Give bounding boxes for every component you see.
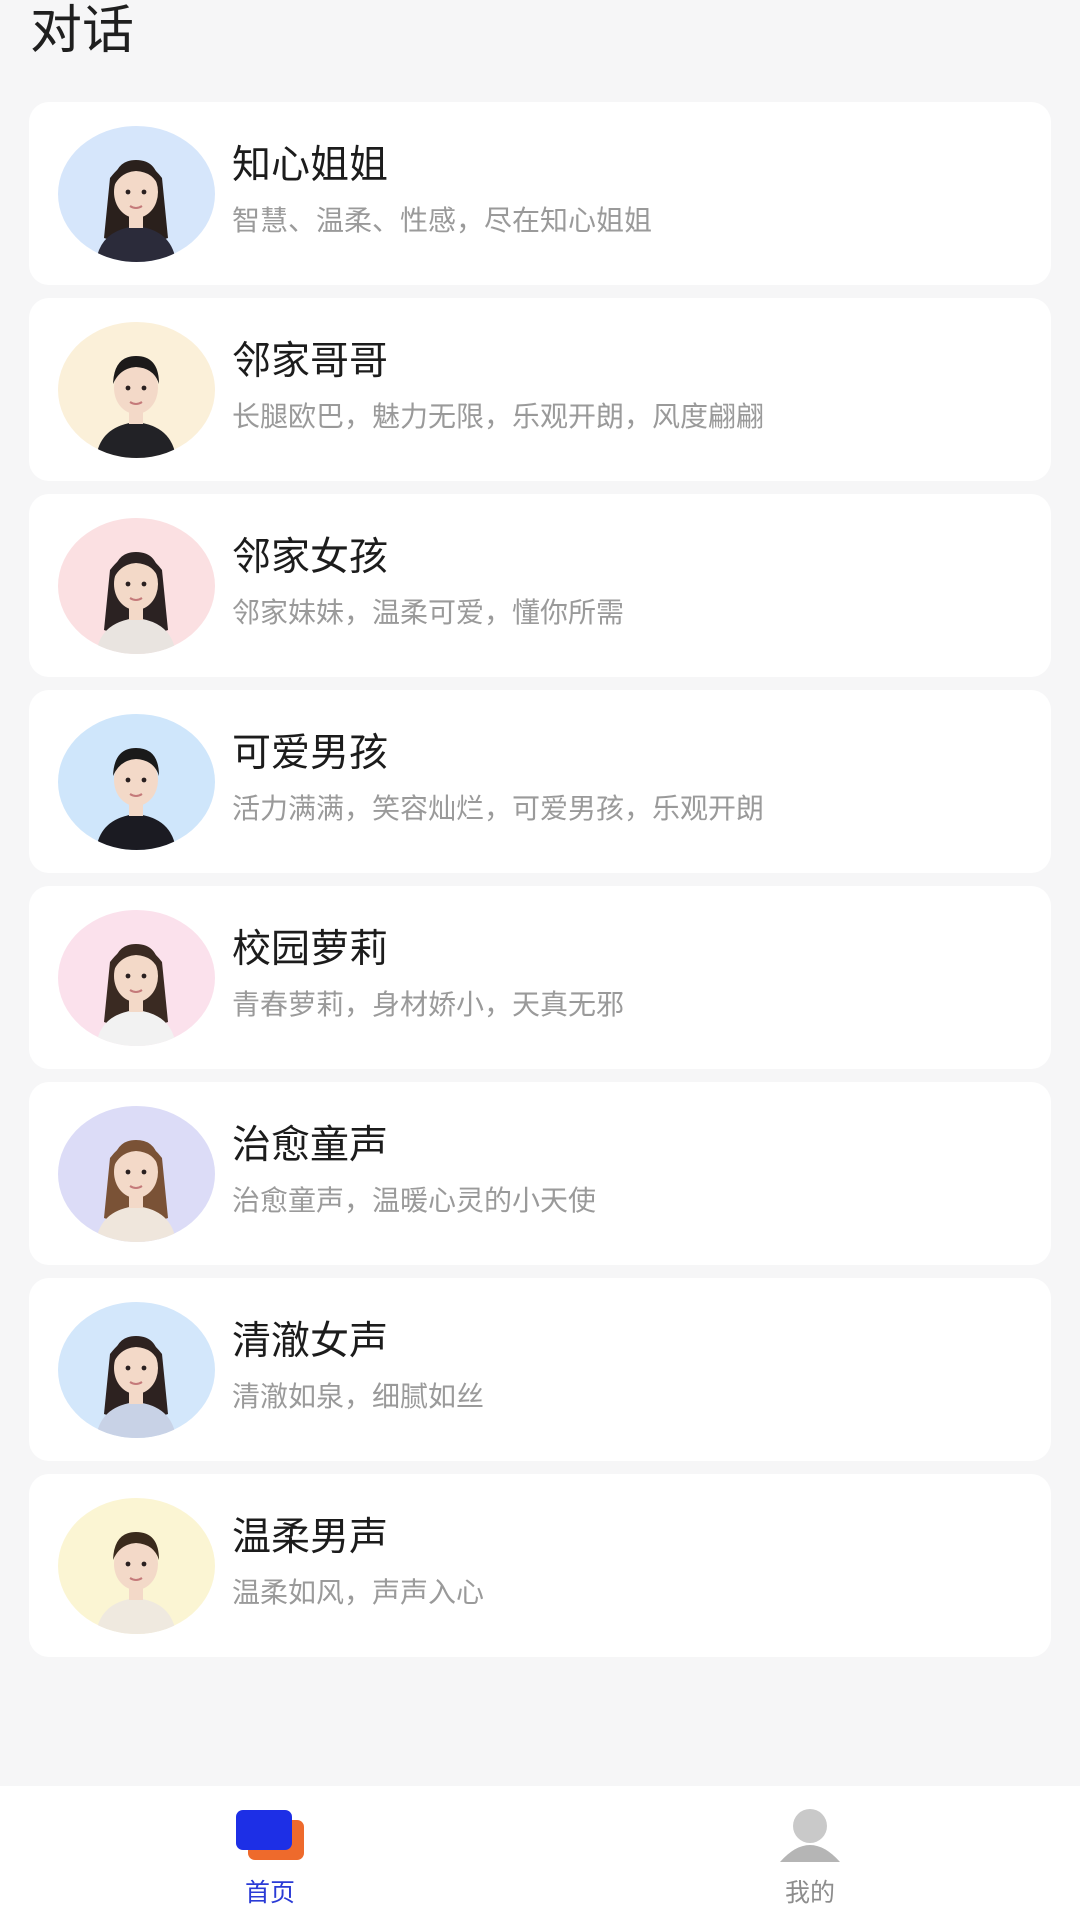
chat-home-page: 对话 知心姐姐 智慧、温柔、性感，尽在知心姐姐 邻家哥哥 长腿欧巴，魅力无限，乐…	[0, 0, 1080, 1920]
bottom-tab-bar: 首页 我的	[0, 1786, 1080, 1920]
character-description: 长腿欧巴，魅力无限，乐观开朗，风度翩翩	[232, 400, 765, 433]
young-woman-avatar	[58, 1302, 215, 1438]
character-name: 治愈童声	[232, 1123, 389, 1168]
character-name: 温柔男声	[232, 1515, 389, 1560]
character-description: 活力满满，笑容灿烂，可爱男孩，乐观开朗	[232, 792, 765, 825]
character-name: 校园萝莉	[232, 927, 389, 972]
character-description: 清澈如泉，细腻如丝	[232, 1380, 485, 1413]
character-description: 智慧、温柔、性感，尽在知心姐姐	[232, 204, 653, 237]
girl-long-hair-avatar	[58, 518, 215, 654]
character-card-zhiyu-tongsheng[interactable]: 治愈童声 治愈童声，温暖心灵的小天使	[29, 1082, 1051, 1265]
character-card-qingche-nusheng[interactable]: 清澈女声 清澈如泉，细腻如丝	[29, 1278, 1051, 1461]
character-name: 邻家女孩	[232, 535, 389, 580]
character-description: 治愈童声，温暖心灵的小天使	[232, 1184, 597, 1217]
page-title: 对话	[30, 1, 135, 61]
character-card-xiaoyuan-luoli[interactable]: 校园萝莉 青春萝莉，身材娇小，天真无邪	[29, 886, 1051, 1069]
avatar	[58, 1302, 215, 1438]
gentle-man-avatar	[58, 1498, 215, 1634]
character-card-linjia-gege[interactable]: 邻家哥哥 长腿欧巴，魅力无限，乐观开朗，风度翩翩	[29, 298, 1051, 481]
tab-home[interactable]: 首页	[0, 1786, 540, 1920]
tab-mine-label: 我的	[784, 1878, 835, 1907]
character-description: 邻家妹妹，温柔可爱，懂你所需	[232, 596, 625, 629]
school-girl-avatar	[58, 910, 215, 1046]
character-name: 邻家哥哥	[232, 339, 389, 384]
little-girl-avatar	[58, 1106, 215, 1242]
tab-home-label: 首页	[244, 1878, 295, 1907]
character-card-keai-nanhai[interactable]: 可爱男孩 活力满满，笑容灿烂，可爱男孩，乐观开朗	[29, 690, 1051, 873]
avatar	[58, 518, 215, 654]
avatar	[58, 322, 215, 458]
character-name: 清澈女声	[232, 1319, 389, 1364]
avatar	[58, 126, 215, 262]
character-card-zhixin-jiejie[interactable]: 知心姐姐 智慧、温柔、性感，尽在知心姐姐	[29, 102, 1051, 285]
avatar	[58, 714, 215, 850]
character-name: 可爱男孩	[232, 731, 389, 776]
tab-mine[interactable]: 我的	[540, 1786, 1080, 1920]
user-profile-icon	[772, 1806, 848, 1864]
avatar	[58, 1498, 215, 1634]
character-name: 知心姐姐	[232, 143, 389, 188]
avatar	[58, 910, 215, 1046]
character-description: 青春萝莉，身材娇小，天真无邪	[232, 988, 625, 1021]
avatar	[58, 1106, 215, 1242]
young-man-avatar	[58, 322, 215, 458]
woman-short-hair-avatar	[58, 126, 215, 262]
chat-bubbles-icon	[232, 1806, 308, 1864]
character-card-wenrou-nansheng[interactable]: 温柔男声 温柔如风，声声入心	[29, 1474, 1051, 1657]
character-card-linjia-nuhai[interactable]: 邻家女孩 邻家妹妹，温柔可爱，懂你所需	[29, 494, 1051, 677]
character-description: 温柔如风，声声入心	[232, 1576, 485, 1609]
boy-avatar	[58, 714, 215, 850]
character-list: 知心姐姐 智慧、温柔、性感，尽在知心姐姐 邻家哥哥 长腿欧巴，魅力无限，乐观开朗…	[29, 102, 1051, 1670]
